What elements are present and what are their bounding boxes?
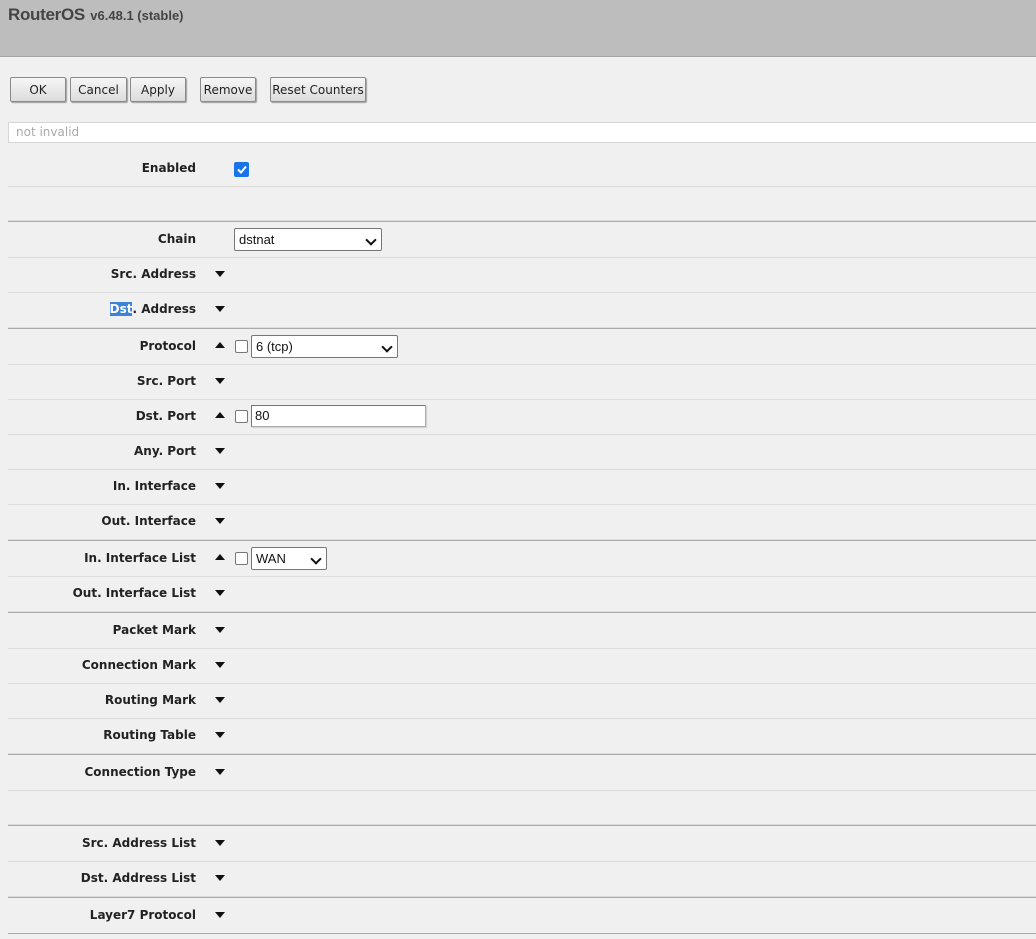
row-dst-address: Dst. Address [8, 292, 1036, 328]
enabled-checkbox[interactable] [234, 162, 249, 177]
out-interface-list-label: Out. Interface List [72, 586, 196, 600]
row-connection-mark: Connection Mark [8, 648, 1036, 684]
row-routing-mark: Routing Mark [8, 683, 1036, 719]
row-routing-table: Routing Table [8, 718, 1036, 754]
dst-address-label: Dst. Address [109, 292, 196, 327]
spacer [8, 187, 1036, 221]
app-title: RouterOS v6.48.1 (stable) [8, 5, 184, 25]
src-port-label: Src. Port [136, 374, 196, 388]
row-any-port: Any. Port [8, 434, 1036, 470]
expand-toggle-icon[interactable] [215, 483, 225, 489]
src-address-label: Src. Address [110, 267, 196, 281]
protocol-select[interactable]: 6 (tcp) [251, 335, 398, 358]
row-dst-port: Dst. Port 80 [8, 399, 1036, 435]
expand-toggle-icon[interactable] [215, 875, 225, 881]
chevron-down-icon [365, 234, 377, 246]
dst-port-input[interactable]: 80 [251, 405, 426, 427]
routing-mark-label: Routing Mark [104, 693, 196, 707]
expand-toggle-icon[interactable] [215, 769, 225, 775]
expand-toggle-icon[interactable] [215, 306, 225, 312]
remove-button[interactable]: Remove [200, 77, 256, 102]
row-connection-type: Connection Type [8, 754, 1036, 791]
dst-address-list-label: Dst. Address List [80, 871, 196, 885]
protocol-value: 6 (tcp) [256, 339, 293, 354]
expand-toggle-icon[interactable] [215, 662, 225, 668]
layer7-protocol-label: Layer7 Protocol [89, 908, 196, 922]
protocol-label: Protocol [139, 339, 196, 353]
collapse-toggle-icon[interactable] [215, 554, 225, 560]
check-icon [236, 165, 247, 174]
row-packet-mark: Packet Mark [8, 612, 1036, 649]
expand-toggle-icon[interactable] [215, 732, 225, 738]
dst-port-negate-checkbox[interactable] [235, 410, 248, 423]
row-chain: Chain dstnat [8, 221, 1036, 258]
connection-type-label: Connection Type [84, 765, 196, 779]
chain-select[interactable]: dstnat [234, 228, 382, 251]
spacer [8, 791, 1036, 825]
row-enabled: Enabled [8, 151, 1036, 187]
enabled-label: Enabled [141, 161, 196, 175]
connection-mark-label: Connection Mark [81, 658, 196, 672]
dst-port-label: Dst. Port [135, 409, 196, 423]
row-dst-address-list: Dst. Address List [8, 861, 1036, 897]
status-bar: not invalid [8, 122, 1036, 143]
chain-value: dstnat [239, 232, 275, 247]
header-bar: RouterOS v6.48.1 (stable) [0, 0, 1036, 57]
app-name: RouterOS [8, 5, 85, 24]
chain-label: Chain [157, 232, 196, 246]
out-interface-label: Out. Interface [101, 514, 196, 528]
expand-toggle-icon[interactable] [215, 448, 225, 454]
apply-button[interactable]: Apply [130, 77, 186, 102]
row-in-interface-list: In. Interface List WAN [8, 540, 1036, 577]
protocol-negate-checkbox[interactable] [235, 340, 248, 353]
any-port-label: Any. Port [134, 444, 196, 458]
in-interface-list-label: In. Interface List [84, 551, 196, 565]
dst-address-label-rest: . Address [132, 302, 196, 316]
row-src-address: Src. Address [8, 257, 1036, 293]
in-interface-list-value: WAN [256, 551, 286, 566]
row-protocol: Protocol 6 (tcp) [8, 328, 1036, 365]
expand-toggle-icon[interactable] [215, 840, 225, 846]
chevron-down-icon [381, 341, 393, 353]
row-out-interface: Out. Interface [8, 504, 1036, 540]
expand-toggle-icon[interactable] [215, 518, 225, 524]
ok-button[interactable]: OK [10, 77, 66, 102]
expand-toggle-icon[interactable] [215, 590, 225, 596]
packet-mark-label: Packet Mark [112, 623, 196, 637]
expand-toggle-icon[interactable] [215, 271, 225, 277]
in-interface-list-negate-checkbox[interactable] [235, 552, 248, 565]
selected-text-highlight: Dst [109, 302, 133, 316]
row-out-interface-list: Out. Interface List [8, 576, 1036, 612]
collapse-toggle-icon[interactable] [215, 412, 225, 418]
row-src-port: Src. Port [8, 364, 1036, 400]
src-address-list-label: Src. Address List [81, 836, 196, 850]
cancel-button[interactable]: Cancel [70, 77, 127, 102]
reset-counters-button[interactable]: Reset Counters [270, 77, 366, 102]
routing-table-label: Routing Table [103, 728, 196, 742]
expand-toggle-icon[interactable] [215, 627, 225, 633]
collapse-toggle-icon[interactable] [215, 342, 225, 348]
in-interface-list-select[interactable]: WAN [251, 547, 327, 570]
app-version: v6.48.1 (stable) [90, 8, 184, 23]
in-interface-label: In. Interface [112, 479, 196, 493]
expand-toggle-icon[interactable] [215, 378, 225, 384]
row-in-interface: In. Interface [8, 469, 1036, 505]
row-src-address-list: Src. Address List [8, 825, 1036, 862]
expand-toggle-icon[interactable] [215, 912, 225, 918]
chevron-down-icon [310, 553, 322, 565]
expand-toggle-icon[interactable] [215, 697, 225, 703]
row-layer7-protocol: Layer7 Protocol [8, 897, 1036, 934]
